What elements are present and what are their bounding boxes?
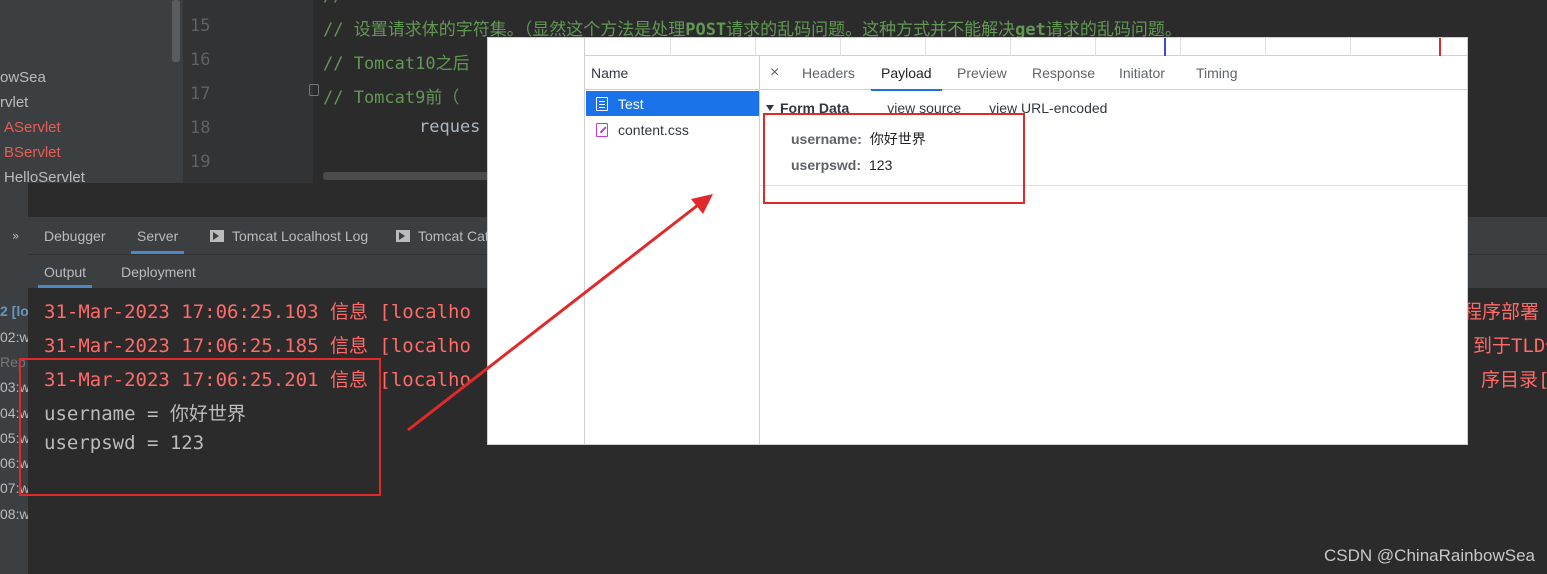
tab-payload[interactable]: Payload <box>871 56 942 91</box>
tab-tomcat-catalina-log[interactable]: Tomcat Cat <box>396 217 489 254</box>
tab-tomcat-localhost-log[interactable]: Tomcat Localhost Log <box>210 217 368 254</box>
devtools-left-pane <box>488 38 585 444</box>
tab-preview[interactable]: Preview <box>957 56 1007 90</box>
code-line-18: reques <box>419 117 481 137</box>
tab-initiator[interactable]: Initiator <box>1119 56 1165 90</box>
list-item[interactable]: 08:w <box>0 506 28 522</box>
list-item[interactable]: 2 [lo <box>0 303 28 319</box>
tree-scrollbar[interactable] <box>172 0 180 62</box>
fold-marker-icon[interactable] <box>309 84 319 96</box>
line-number: 17 <box>190 84 211 104</box>
log-line-tail: 序目录[D: <box>1481 369 1547 391</box>
highlight-box-console <box>19 358 381 496</box>
request-row-test[interactable]: Test <box>586 91 759 116</box>
log-icon <box>210 229 224 242</box>
code-line: // <box>323 0 343 6</box>
waterfall-gridline <box>925 38 926 56</box>
collapse-triangle-icon[interactable] <box>766 105 774 111</box>
log-icon <box>396 229 410 242</box>
tree-item-aservlet[interactable]: AServlet <box>4 119 61 136</box>
log-line-tail: 到于TLD但 <box>1473 335 1547 357</box>
waterfall-gridline <box>1180 38 1181 56</box>
tab-deployment[interactable]: Deployment <box>121 255 196 288</box>
request-name: Test <box>618 95 644 112</box>
list-item[interactable]: 02:w <box>0 329 28 345</box>
line-number: 18 <box>190 118 211 138</box>
network-waterfall <box>585 38 1467 56</box>
code-line-17: // Tomcat9前（ <box>323 88 460 108</box>
waterfall-gridline <box>840 38 841 56</box>
waterfall-gridline <box>1350 38 1351 56</box>
watermark: CSDN @ChinaRainbowSea <box>1324 546 1535 565</box>
request-name: content.css <box>618 121 689 138</box>
tab-label: Tomcat Localhost Log <box>232 227 369 244</box>
tab-timing[interactable]: Timing <box>1196 56 1238 90</box>
waterfall-load-marker <box>1439 38 1441 56</box>
tab-label: Tomcat Cat <box>418 227 489 244</box>
code-line-16: // Tomcat10之后 <box>323 54 470 74</box>
waterfall-gridline <box>755 38 756 56</box>
request-row-content-css[interactable]: content.css <box>586 117 759 142</box>
waterfall-gridline <box>1010 38 1011 56</box>
waterfall-gridline <box>1095 38 1096 56</box>
stylesheet-icon <box>596 122 608 137</box>
waterfall-domcontentloaded-marker <box>1164 38 1166 56</box>
waterfall-gridline <box>1265 38 1266 56</box>
line-number: 15 <box>190 16 211 36</box>
line-gutter: 15 16 17 18 19 <box>183 0 313 183</box>
tree-item-bservlet[interactable]: BServlet <box>4 144 61 161</box>
waterfall-gridline <box>670 38 671 56</box>
tab-output[interactable]: Output <box>37 255 93 288</box>
tab-response[interactable]: Response <box>1032 56 1095 90</box>
tab-headers[interactable]: Headers <box>802 56 855 90</box>
devtools-network-panel: Name Test content.css × Headers Payload … <box>487 37 1468 445</box>
line-number: 19 <box>190 152 211 172</box>
close-icon[interactable]: × <box>770 56 779 90</box>
log-line: 31-Mar-2023 17:06:25.185 信息 [localho <box>44 335 471 357</box>
project-tree: owSea rvlet AServlet BServlet HelloServl… <box>0 0 183 183</box>
detail-tabs: × Headers Payload Preview Response Initi… <box>760 56 1467 91</box>
more-tabs-icon[interactable]: » <box>12 229 19 243</box>
log-line: 31-Mar-2023 17:06:25.103 信息 [localho <box>44 301 471 323</box>
tree-item[interactable]: rvlet <box>0 94 28 111</box>
line-number: 16 <box>190 50 211 70</box>
tree-item[interactable]: owSea <box>0 69 46 86</box>
tab-debugger[interactable]: Debugger <box>44 217 106 254</box>
name-column-header[interactable]: Name <box>585 56 760 90</box>
document-icon <box>596 96 608 111</box>
tab-server[interactable]: Server <box>130 217 185 254</box>
log-line-tail: 程序部署 <box>1463 301 1540 323</box>
tree-item-helloservlet[interactable]: HelloServlet <box>4 169 85 183</box>
highlight-box-payload <box>763 113 1025 204</box>
request-name-column: Name Test content.css <box>585 56 760 444</box>
